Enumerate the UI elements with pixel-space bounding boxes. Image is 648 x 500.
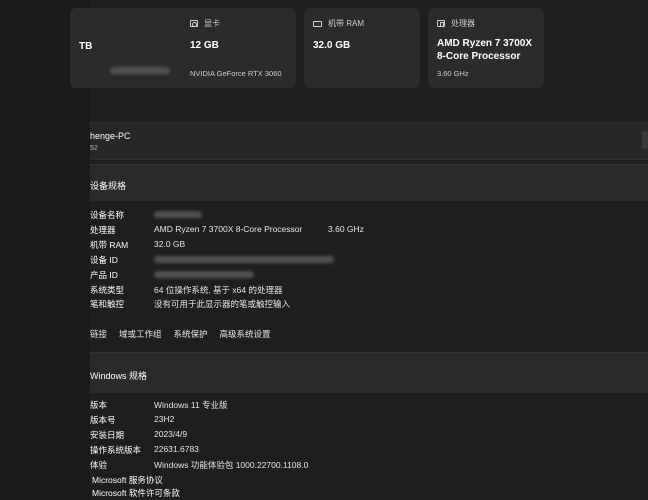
spec-key: 产品 ID — [90, 270, 118, 280]
blurred-value — [154, 256, 334, 264]
spec-row-device-name: 设备名称 — [90, 209, 550, 220]
windows-specs-title: Windows 规格 — [90, 371, 148, 381]
storage-card[interactable]: TB — [70, 8, 186, 88]
spec-value: 2023/4/9 — [154, 429, 188, 439]
spec-row-pen-touch: 笔和触控 没有可用于此显示器的笔或触控输入 — [90, 298, 550, 309]
cpu-label: 处理器 — [451, 19, 475, 28]
main-panel: TB 显卡 12 GB NVIDIA GeForce RTX 3060 机带 R… — [70, 0, 648, 500]
spec-row-processor: 处理器 AMD Ryzen 7 3700X 8-Core Processor 3… — [90, 224, 550, 235]
storage-blurred — [110, 67, 170, 74]
spec-key: 体验 — [90, 460, 108, 470]
device-specs-header[interactable]: 设备规格 — [90, 164, 648, 201]
spec-value: 64 位操作系统, 基于 x64 的处理器 — [154, 285, 283, 295]
spec-key: 版本 — [90, 400, 108, 410]
pc-name-row: henge-PC 52 — [90, 122, 648, 160]
gpu-sub: NVIDIA GeForce RTX 3060 — [190, 69, 282, 78]
link-related[interactable]: 链接 — [90, 328, 107, 340]
spec-row-ram: 机带 RAM 32.0 GB — [90, 239, 550, 250]
rename-button[interactable] — [642, 131, 648, 149]
cpu-sub: 3.60 GHz — [437, 69, 469, 78]
blurred-value — [154, 211, 202, 219]
spec-key: 设备 ID — [90, 255, 118, 265]
related-links: 链接 域或工作组 系统保护 高级系统设置 — [90, 328, 271, 340]
ram-card[interactable]: 机带 RAM 32.0 GB — [304, 8, 420, 88]
win-row-os-build: 操作系统版本 22631.6783 — [90, 444, 550, 455]
pc-name: henge-PC — [90, 131, 131, 141]
ram-icon — [313, 20, 322, 27]
spec-value-2: 3.60 GHz — [328, 224, 364, 234]
spec-key: 机带 RAM — [90, 240, 129, 250]
spec-key: 处理器 — [90, 225, 116, 235]
link-ms-service-agreement[interactable]: Microsoft 服务协议 — [92, 474, 163, 486]
spec-value: Windows 11 专业版 — [154, 400, 228, 410]
win-row-version: 版本号 23H2 — [90, 414, 550, 425]
link-ms-license-terms[interactable]: Microsoft 软件许可条款 — [92, 487, 180, 499]
spec-key: 笔和触控 — [90, 299, 125, 309]
spec-key: 系统类型 — [90, 285, 125, 295]
link-advanced-system-settings[interactable]: 高级系统设置 — [220, 328, 271, 340]
spec-key: 安装日期 — [90, 430, 125, 440]
spec-value: 32.0 GB — [154, 239, 186, 249]
windows-specs-header[interactable]: Windows 规格 — [90, 352, 648, 393]
storage-value: TB — [79, 41, 93, 52]
spec-key: 操作系统版本 — [90, 445, 142, 455]
spec-row-product-id: 产品 ID — [90, 269, 550, 280]
spec-value: 没有可用于此显示器的笔或触控输入 — [154, 299, 291, 309]
gpu-label: 显卡 — [204, 19, 220, 28]
ram-label: 机带 RAM — [328, 19, 364, 28]
win-row-experience: 体验 Windows 功能体验包 1000.22700.1108.0 — [90, 459, 550, 470]
chip-icon — [437, 20, 445, 27]
spec-key: 版本号 — [90, 415, 116, 425]
spec-value: Windows 功能体验包 1000.22700.1108.0 — [154, 460, 309, 470]
ram-value: 32.0 GB — [313, 40, 351, 51]
link-domain-workgroup[interactable]: 域或工作组 — [119, 328, 162, 340]
win-row-edition: 版本 Windows 11 专业版 — [90, 399, 550, 410]
cpu-value: AMD Ryzen 7 3700X 8-Core Processor — [437, 38, 533, 62]
pc-name-sub: 52 — [90, 145, 98, 152]
cpu-card[interactable]: 处理器 AMD Ryzen 7 3700X 8-Core Processor 3… — [428, 8, 544, 88]
spec-value: AMD Ryzen 7 3700X 8-Core Processor — [154, 224, 303, 234]
device-specs-title: 设备规格 — [90, 181, 127, 191]
win-row-install-date: 安装日期 2023/4/9 — [90, 429, 550, 440]
spec-key: 设备名称 — [90, 210, 125, 220]
gpu-icon — [190, 20, 198, 27]
gpu-card[interactable]: 显卡 12 GB NVIDIA GeForce RTX 3060 — [181, 8, 296, 88]
blurred-value — [154, 271, 254, 279]
spec-value: 23H2 — [154, 414, 175, 424]
spec-row-device-id: 设备 ID — [90, 254, 550, 265]
spec-row-system-type: 系统类型 64 位操作系统, 基于 x64 的处理器 — [90, 284, 550, 295]
gpu-value: 12 GB — [190, 40, 219, 51]
spec-value: 22631.6783 — [154, 444, 199, 454]
link-system-protection[interactable]: 系统保护 — [174, 328, 208, 340]
